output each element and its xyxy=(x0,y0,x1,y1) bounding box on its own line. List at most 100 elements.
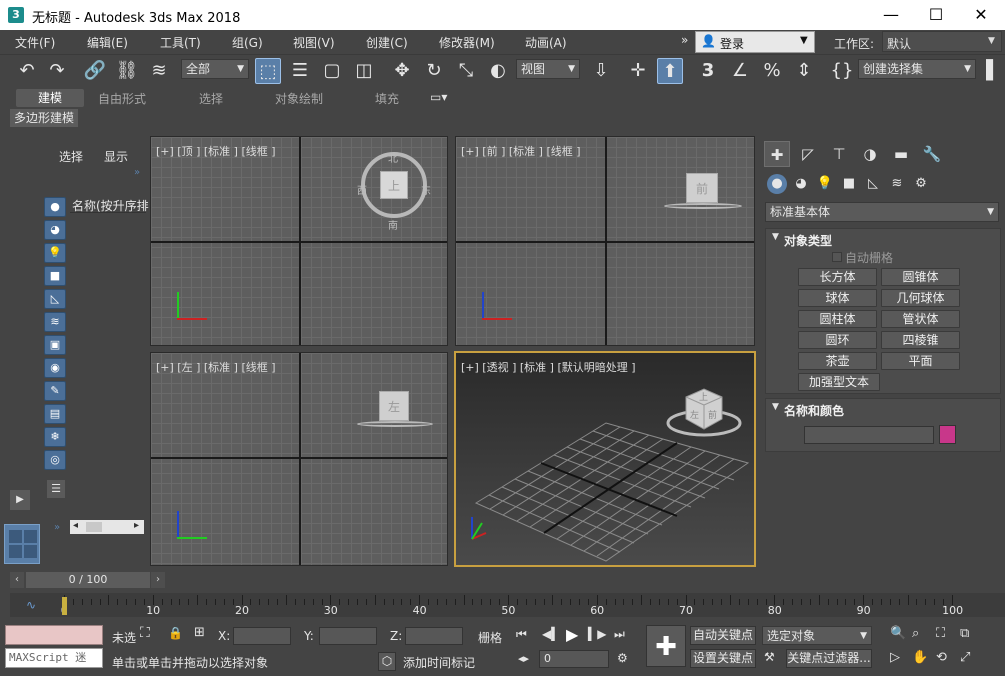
ribbon-tab-modeling[interactable]: 建模 xyxy=(16,89,85,107)
key-filters-button[interactable]: 关键点过滤器... xyxy=(786,649,872,668)
hierarchy-tab-icon[interactable]: ⊤ xyxy=(826,141,852,167)
motion-tab-icon[interactable]: ◑ xyxy=(857,141,883,167)
angle-snap-icon[interactable]: ∠ xyxy=(727,58,753,84)
rotate-icon[interactable]: ↻ xyxy=(421,58,447,84)
percent-snap-icon[interactable]: % xyxy=(759,58,785,84)
viewport-perspective[interactable]: [+] [透视 ] [标准 ] [默认明暗处理 ] 上 左 前 xyxy=(454,351,756,567)
snaps-toggle-icon[interactable]: 3 xyxy=(695,58,721,84)
named-selection-set-dropdown[interactable]: 创建选择集 ▼ xyxy=(858,59,976,79)
menu-edit[interactable]: 编辑(E) xyxy=(87,34,128,51)
window-crossing-icon[interactable]: ◫ xyxy=(351,58,377,84)
filter-helpers-icon[interactable]: ◺ xyxy=(44,289,66,309)
menu-tools[interactable]: 工具(T) xyxy=(160,34,201,51)
select-object-icon[interactable]: ⬚ xyxy=(255,58,281,84)
systems-category-icon[interactable]: ⚙ xyxy=(911,174,931,194)
go-to-end-icon[interactable]: ⏭ xyxy=(614,627,625,642)
scene-more-icon[interactable]: » xyxy=(134,167,140,178)
filter-xrefs-icon[interactable]: ◉ xyxy=(44,358,66,378)
autogrid-checkbox[interactable] xyxy=(832,252,842,262)
ribbon-tab-selection[interactable]: 选择 xyxy=(199,90,223,107)
workspace-dropdown[interactable]: 默认 ▼ xyxy=(882,31,1002,52)
helpers-category-icon[interactable]: ◺ xyxy=(863,174,883,194)
menu-more-chevron-icon[interactable]: » xyxy=(681,33,688,47)
display-tab-icon[interactable]: ▬ xyxy=(888,141,914,167)
key-filter-icon[interactable]: ⚒ xyxy=(764,650,775,664)
pivot-center-icon[interactable]: ⇩ xyxy=(588,58,614,84)
filter-containers-icon[interactable]: ▤ xyxy=(44,404,66,424)
spacewarps-category-icon[interactable]: ≋ xyxy=(887,174,907,194)
key-selection-set-dropdown[interactable]: 选定对象 ▼ xyxy=(762,626,872,645)
link-icon[interactable]: 🔗 xyxy=(82,58,108,84)
filter-geometry-icon[interactable]: ● xyxy=(44,197,66,217)
maximize-viewport-icon[interactable]: ⤢ xyxy=(960,650,970,665)
modify-tab-icon[interactable]: ◸ xyxy=(795,141,821,167)
menu-create[interactable]: 创建(C) xyxy=(366,34,408,51)
viewport-front[interactable]: [+] [前 ] [标准 ] [线框 ] 前 xyxy=(455,136,755,346)
shapes-category-icon[interactable]: ◕ xyxy=(791,174,811,194)
isolate-selection-icon[interactable]: ⛶ xyxy=(140,625,150,641)
unlink-icon[interactable]: ⛓ xyxy=(114,58,140,84)
time-tag-icon[interactable]: ⬡ xyxy=(378,652,396,671)
menu-modifiers[interactable]: 修改器(M) xyxy=(439,34,495,51)
set-key-button[interactable]: 设置关键点 xyxy=(690,649,756,668)
scene-horizontal-scrollbar[interactable]: ◂ ▸ xyxy=(70,520,144,534)
play-icon[interactable]: ▶ xyxy=(566,625,578,644)
viewport-left[interactable]: [+] [左 ] [标准 ] [线框 ] 左 xyxy=(150,352,448,566)
zoom-extents-all-icon[interactable]: ⧉ xyxy=(960,626,969,641)
filter-bones-icon[interactable]: ✎ xyxy=(44,381,66,401)
spinner-snap-icon[interactable]: ⇕ xyxy=(791,58,817,84)
y-coord-field[interactable] xyxy=(319,627,377,645)
cylinder-button[interactable]: 圆柱体 xyxy=(798,310,877,328)
viewcube[interactable]: 左 xyxy=(379,391,409,421)
scroll-right-icon[interactable]: ▸ xyxy=(134,520,139,531)
time-prev-icon[interactable]: ‹ xyxy=(10,572,24,588)
z-coord-field[interactable] xyxy=(405,627,463,645)
scene-list[interactable] xyxy=(70,213,146,518)
collapse-icon[interactable]: ▼ xyxy=(772,232,779,242)
zoom-all-icon[interactable]: ⌕ xyxy=(912,626,919,641)
viewport-layout-icon[interactable] xyxy=(4,524,40,564)
track-bar[interactable]: ∿ 0102030405060708090100 xyxy=(10,593,1005,617)
filter-hidden-icon[interactable]: ◎ xyxy=(44,450,66,470)
viewcube[interactable]: 上 xyxy=(380,171,408,199)
menu-view[interactable]: 视图(V) xyxy=(293,34,335,51)
filter-lights-icon[interactable]: 💡 xyxy=(44,243,66,263)
teapot-button[interactable]: 茶壶 xyxy=(798,352,877,370)
select-manipulate-icon[interactable]: ✛ xyxy=(625,58,651,84)
zoom-icon[interactable]: 🔍 xyxy=(890,626,906,641)
next-frame-icon[interactable]: ▍▶ xyxy=(588,627,606,641)
scale-icon[interactable]: ⤡ xyxy=(453,58,479,84)
object-color-swatch[interactable] xyxy=(939,425,956,444)
geometry-category-icon[interactable]: ● xyxy=(767,174,787,194)
set-key-plus-icon[interactable]: ✚ xyxy=(646,625,686,667)
edit-named-selection-icon[interactable]: {} xyxy=(829,58,855,84)
geosphere-button[interactable]: 几何球体 xyxy=(881,289,960,307)
ribbon-tab-freeform[interactable]: 自由形式 xyxy=(98,90,146,107)
filter-groups-icon[interactable]: ▣ xyxy=(44,335,66,355)
current-frame-input[interactable]: 0 xyxy=(539,650,609,668)
torus-button[interactable]: 圆环 xyxy=(798,331,877,349)
bind-spacewarp-icon[interactable]: ≋ xyxy=(146,58,172,84)
viewport-perspective-label[interactable]: [+] [透视 ] [标准 ] [默认明暗处理 ] xyxy=(461,359,636,375)
undo-icon[interactable]: ↶ xyxy=(14,58,40,84)
selection-lock-icon[interactable]: 🔒 xyxy=(168,626,183,640)
zoom-extents-icon[interactable]: ⛶ xyxy=(936,626,945,641)
menu-animation[interactable]: 动画(A) xyxy=(525,34,567,51)
collapse-icon[interactable]: ▼ xyxy=(772,402,779,412)
textplus-button[interactable]: 加强型文本 xyxy=(798,373,880,391)
maximize-button[interactable]: ☐ xyxy=(913,0,959,30)
field-of-view-icon[interactable]: ▷ xyxy=(890,650,900,665)
orbit-icon[interactable]: ⟲ xyxy=(936,650,947,665)
filter-frozen-icon[interactable]: ❄ xyxy=(44,427,66,447)
maxscript-input[interactable]: MAXScript 迷 xyxy=(5,648,103,668)
ribbon-options-icon[interactable]: ▭▾ xyxy=(430,90,447,104)
filter-cameras-icon[interactable]: ■ xyxy=(44,266,66,286)
add-time-tag-label[interactable]: 添加时间标记 xyxy=(403,654,475,671)
minimize-button[interactable]: — xyxy=(868,0,914,30)
ribbon-subtab-polygon-modeling[interactable]: 多边形建模 xyxy=(10,109,79,127)
curve-editor-icon[interactable]: ∿ xyxy=(26,598,36,612)
viewport-front-label[interactable]: [+] [前 ] [标准 ] [线框 ] xyxy=(461,143,581,159)
viewcube-front-face[interactable]: 前 xyxy=(708,408,717,421)
scene-more-bottom-icon[interactable]: » xyxy=(54,522,60,533)
filter-shapes-icon[interactable]: ◕ xyxy=(44,220,66,240)
